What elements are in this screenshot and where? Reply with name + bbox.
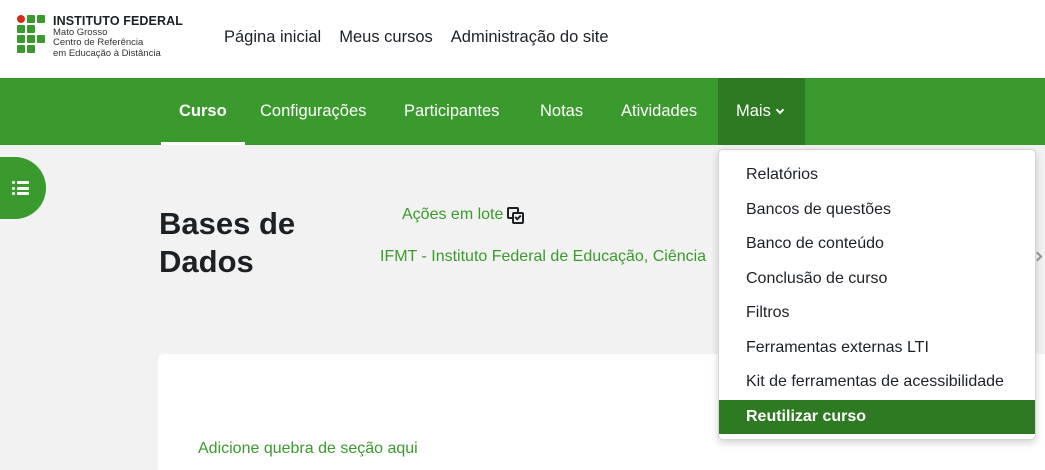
- site-header: INSTITUTO FEDERAL Mato Grosso Centro de …: [0, 0, 1045, 78]
- nav-my-courses-link[interactable]: Meus cursos: [339, 28, 433, 47]
- tab-more-dropdown[interactable]: Mais: [718, 78, 805, 145]
- tab-activities[interactable]: Atividades: [621, 78, 697, 145]
- logo-mark: [17, 15, 45, 59]
- logo-line-3: em Educação à Distância: [53, 47, 161, 59]
- menu-item-accessibility-toolkit[interactable]: Kit de ferramentas de acessibilidade: [719, 365, 1035, 400]
- menu-item-content-bank[interactable]: Banco de conteúdo: [719, 227, 1035, 262]
- more-dropdown-menu: Relatórios Bancos de questões Banco de c…: [718, 149, 1036, 440]
- organization-link[interactable]: IFMT - Instituto Federal de Educação, Ci…: [380, 248, 706, 266]
- menu-item-question-banks[interactable]: Bancos de questões: [719, 193, 1035, 228]
- tab-grades[interactable]: Notas: [540, 78, 583, 145]
- tab-more-label: Mais: [736, 102, 771, 120]
- page-title-line-1: Bases de: [159, 206, 296, 241]
- menu-item-reports[interactable]: Relatórios: [719, 158, 1035, 193]
- chevron-down-icon: [775, 105, 785, 115]
- menu-item-course-completion[interactable]: Conclusão de curso: [719, 262, 1035, 297]
- course-index-drawer-button[interactable]: [0, 157, 46, 219]
- page-title-line-2: Dados: [159, 244, 254, 279]
- menu-item-filters[interactable]: Filtros: [719, 296, 1035, 331]
- tab-course[interactable]: Curso: [161, 78, 245, 145]
- primary-nav: Página inicial Meus cursos Administração…: [224, 28, 609, 47]
- logo-line-2: Centro de Referência: [53, 37, 144, 48]
- logo-title: INSTITUTO FEDERAL: [53, 14, 183, 28]
- nav-site-admin-link[interactable]: Administração do site: [451, 28, 609, 47]
- menu-item-lti-tools[interactable]: Ferramentas externas LTI: [719, 331, 1035, 366]
- tab-settings[interactable]: Configurações: [260, 78, 366, 145]
- nav-home-link[interactable]: Página inicial: [224, 28, 321, 47]
- tab-participants[interactable]: Participantes: [404, 78, 499, 145]
- menu-item-reuse-course[interactable]: Reutilizar curso: [719, 399, 1035, 434]
- batch-actions-label: Ações em lote: [402, 206, 504, 223]
- course-secondary-nav: Curso Configurações Participantes Notas …: [0, 78, 1045, 145]
- page-title: Bases de Dados: [159, 205, 359, 281]
- add-section-break-link[interactable]: Adicione quebra de seção aqui: [198, 440, 418, 458]
- list-icon: [12, 181, 30, 195]
- batch-actions-link[interactable]: Ações em lote: [402, 206, 525, 224]
- site-logo[interactable]: INSTITUTO FEDERAL Mato Grosso Centro de …: [17, 15, 183, 59]
- batch-actions-icon: [507, 206, 525, 224]
